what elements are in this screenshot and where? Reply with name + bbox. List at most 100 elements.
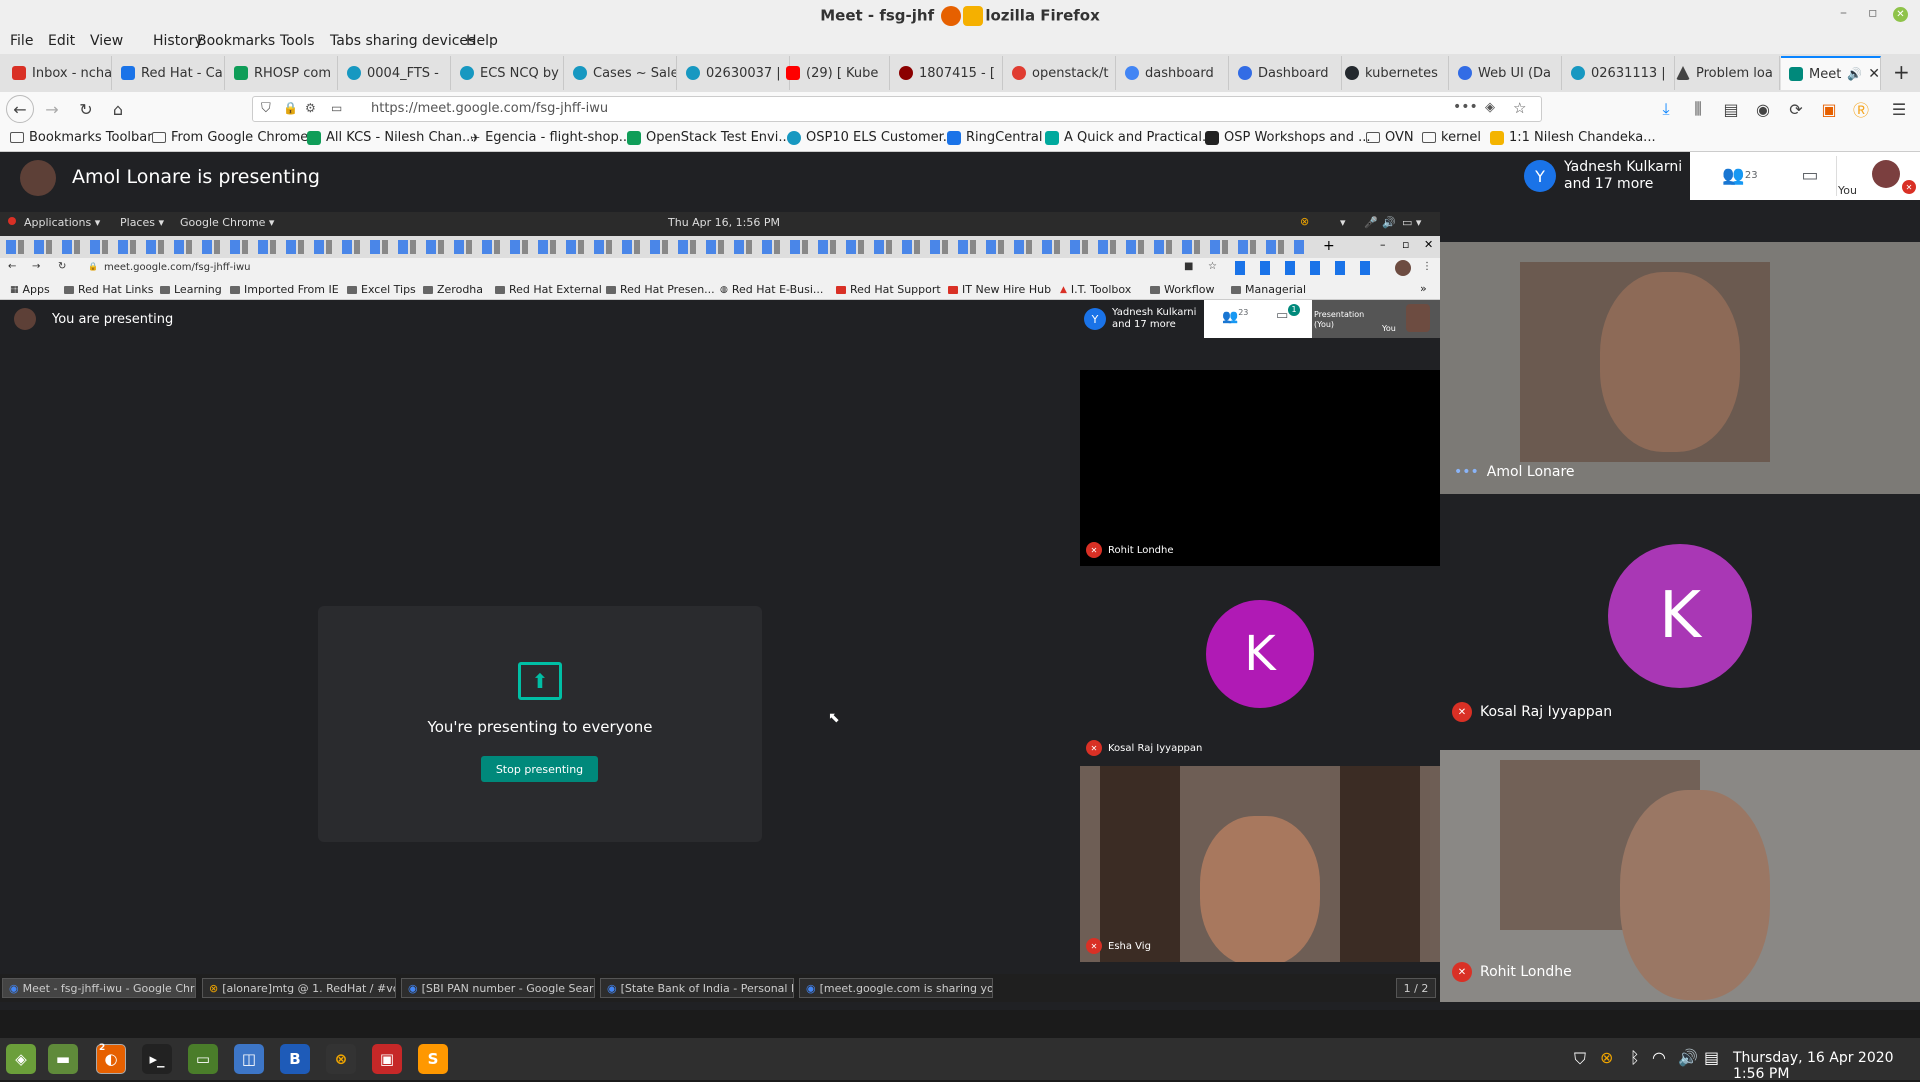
lock-icon[interactable]: 🔒 (283, 101, 298, 115)
tab[interactable]: Dashboard (1230, 56, 1342, 90)
tab[interactable]: openstack/t (1004, 56, 1116, 90)
back-icon[interactable]: ← (6, 95, 34, 123)
inner-chrome-menu[interactable]: Google Chrome ▾ (180, 216, 274, 229)
bookmark-item[interactable]: OVN (1366, 130, 1414, 145)
tab[interactable]: 0004_FTS - (339, 56, 451, 90)
tab[interactable]: Red Hat - Ca (113, 56, 225, 90)
inner-url[interactable]: meet.google.com/fsg-jhff-iwu (104, 262, 251, 273)
clipboard-icon[interactable]: ▤ (1704, 1048, 1719, 1067)
bookmark-item[interactable]: Bookmarks Toolbar (10, 130, 153, 145)
tab[interactable]: RHOSP com (226, 56, 338, 90)
inner-task-item[interactable]: ◉[SBI PAN number - Google Search... (401, 978, 595, 998)
inner-bookmark-item[interactable]: Workflow (1150, 283, 1215, 296)
inner-participants-summary[interactable]: Y Yadnesh Kulkarni and 17 more (1078, 300, 1204, 338)
menu-bookmarks[interactable]: Bookmarks (197, 33, 275, 49)
bookmark-item[interactable]: A Quick and Practical... (1045, 130, 1214, 145)
files-icon[interactable]: ▭ (188, 1044, 218, 1074)
inner-minimize-icon[interactable]: – (1380, 238, 1386, 251)
inner-bookmark-item[interactable]: Learning (160, 283, 222, 296)
reload-icon[interactable]: ↻ (72, 95, 100, 123)
inner-forward-icon[interactable]: → (32, 261, 40, 272)
inner-bookmark-item[interactable]: Red Hat Links (64, 283, 153, 296)
inner-new-tab-icon[interactable]: + (1323, 238, 1335, 254)
bookmark-item[interactable]: ✈ Egencia - flight-shop... (470, 130, 631, 145)
inner-task-item[interactable]: ◉[State Bank of India - Personal Ba... (600, 978, 794, 998)
new-tab-icon[interactable]: + (1893, 60, 1910, 84)
inner-extensions[interactable] (1235, 261, 1385, 275)
inner-menu-icon[interactable]: ⋮ (1422, 261, 1432, 272)
library-icon[interactable]: ⫼ (1685, 96, 1711, 122)
inner-bookmark-item[interactable]: Red Hat Support (836, 283, 941, 296)
inner-bookmark-item[interactable]: ▦ Apps (10, 283, 50, 296)
inner-bookmark-item[interactable]: Zerodha (423, 283, 483, 296)
url-text[interactable]: https://meet.google.com/fsg-jhff-iwu (371, 101, 608, 116)
bookmark-item[interactable]: 1:1 Nilesh Chandeka... (1490, 130, 1656, 145)
shield-icon[interactable]: ⛉ (261, 101, 271, 116)
inner-task-item[interactable]: ◉ Meet - fsg-jhff-iwu - Google Chro... (2, 978, 196, 998)
sidebar-icon[interactable]: ▤ (1718, 96, 1744, 122)
menu-edit[interactable]: Edit (48, 33, 75, 49)
tab[interactable]: Problem loa (1668, 56, 1780, 90)
stop-presenting-button[interactable]: Stop presenting (481, 756, 598, 782)
b-app-icon[interactable]: B (280, 1044, 310, 1074)
participant-tile[interactable]: ✕ Rohit Londhe (1440, 750, 1920, 1002)
terminal-icon[interactable]: ▸_ (142, 1044, 172, 1074)
os-clock[interactable]: Thursday, 16 Apr 2020 1:56 PM (1733, 1050, 1920, 1082)
tab[interactable]: (29) [ Kube (778, 56, 890, 90)
bookmark-item[interactable]: RingCentral (947, 130, 1042, 145)
bookmark-star-icon[interactable]: ☆ (1513, 99, 1526, 117)
tab[interactable]: dashboard (1117, 56, 1229, 90)
bookmark-item[interactable]: All KCS - Nilesh Chan... (307, 130, 474, 145)
extension-icon[interactable]: ⟳ (1783, 96, 1809, 122)
volume-icon[interactable]: 🔊 (1678, 1048, 1698, 1067)
inner-bookmark-item[interactable]: Red Hat Presen... (606, 283, 715, 296)
tab[interactable]: Inbox - ncha (4, 56, 112, 90)
inner-participant-tile[interactable]: ✕ Rohit Londhe (1080, 370, 1440, 566)
extension-r-icon[interactable]: Ⓡ (1848, 96, 1874, 122)
tab[interactable]: 02631113 | (1563, 56, 1675, 90)
inner-task-item[interactable]: ◉[meet.google.com is sharing your ... (799, 978, 993, 998)
bookmark-item[interactable]: OSP10 ELS Customer... (787, 130, 955, 145)
permissions-icon[interactable]: ⚙ (305, 101, 316, 115)
bookmark-item[interactable]: OSP Workshops and ... (1205, 130, 1371, 145)
inner-bookmark-item[interactable]: ▲ I.T. Toolbox (1060, 283, 1131, 296)
inner-places-menu[interactable]: Places ▾ (120, 216, 164, 229)
x-app-icon[interactable]: ⊗ (326, 1044, 356, 1074)
inner-maximize-icon[interactable]: ▫ (1402, 238, 1409, 251)
home-icon[interactable]: ⌂ (104, 95, 132, 123)
tab[interactable]: Web UI (Da (1450, 56, 1562, 90)
tab[interactable]: 1807415 - [ (891, 56, 1003, 90)
inner-applications-menu[interactable]: Applications ▾ (24, 216, 100, 229)
mint-menu-icon[interactable]: ◈ (6, 1044, 36, 1074)
menu-help[interactable]: Help (466, 33, 498, 49)
tab[interactable]: 02630037 | (678, 56, 790, 90)
participant-tile[interactable]: K ✕ Kosal Raj Iyyappan (1440, 496, 1920, 748)
tab[interactable]: ECS NCQ by (452, 56, 564, 90)
inner-participant-tile[interactable]: ✕ Esha Vig (1080, 766, 1440, 962)
screenshot-icon[interactable]: ◫ (234, 1044, 264, 1074)
show-desktop-icon[interactable]: ▬ (48, 1044, 78, 1074)
inner-chat-icon[interactable]: ▭ (1276, 308, 1288, 323)
extension-orange-icon[interactable]: ▣ (1816, 96, 1842, 122)
menu-file[interactable]: File (10, 33, 33, 49)
bookmark-item[interactable]: kernel (1422, 130, 1481, 145)
page-actions-icon[interactable]: ••• (1453, 99, 1478, 115)
firefox-taskbar-icon[interactable]: ◐ 2 (96, 1043, 126, 1074)
inner-participant-tile[interactable]: K ✕ Kosal Raj Iyyappan (1080, 568, 1440, 764)
restore-icon[interactable]: ▫ (1868, 5, 1878, 21)
forward-icon[interactable]: → (38, 95, 66, 123)
red-terminal-icon[interactable]: ▣ (372, 1044, 402, 1074)
pocket-icon[interactable]: ◈ (1485, 100, 1495, 115)
inner-bookmark-item[interactable]: Managerial (1231, 283, 1306, 296)
inner-bookmark-item[interactable]: Excel Tips (347, 283, 416, 296)
inner-star-icon[interactable]: ☆ (1208, 261, 1217, 272)
inner-profile-avatar[interactable] (1395, 260, 1411, 276)
bookmark-item[interactable]: From Google Chrome (152, 130, 308, 145)
app-tray-icon[interactable]: ⊗ (1600, 1048, 1613, 1067)
inner-workspace-pager[interactable]: 1 / 2 (1396, 978, 1436, 998)
inner-camera-icon[interactable]: ■ (1184, 261, 1193, 272)
inner-bookmark-item[interactable]: ◍ Red Hat E-Busi... (720, 283, 823, 296)
inner-bookmarks-overflow-icon[interactable]: » (1420, 282, 1427, 295)
inner-back-icon[interactable]: ← (8, 261, 16, 272)
sublime-icon[interactable]: S (418, 1044, 448, 1074)
